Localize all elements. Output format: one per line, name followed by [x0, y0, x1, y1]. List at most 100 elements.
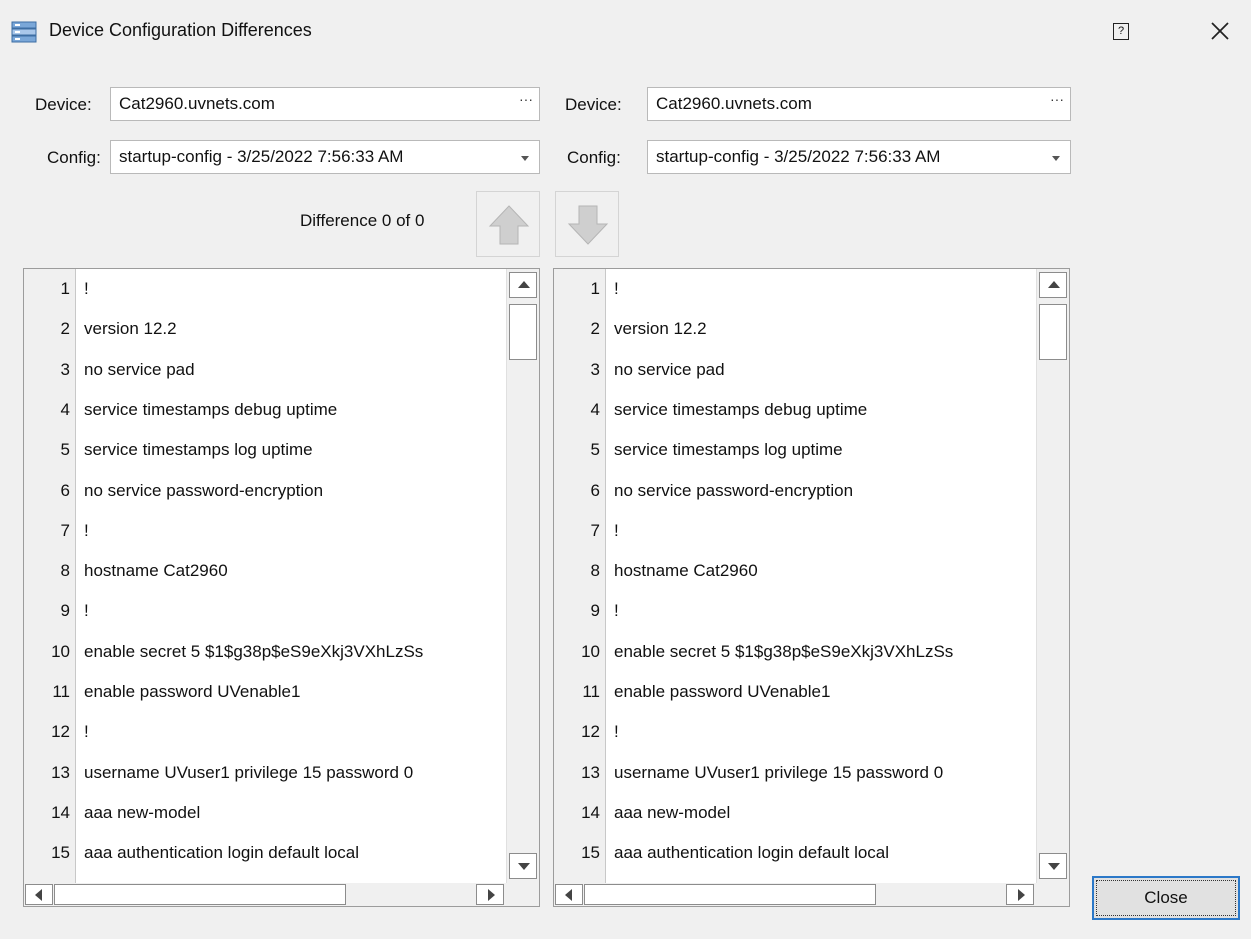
- line-number: 9: [60, 601, 70, 621]
- line-text: no service pad: [614, 359, 725, 379]
- right-config-value: startup-config - 3/25/2022 7:56:33 AM: [656, 147, 941, 166]
- scroll-left-button[interactable]: [25, 884, 53, 905]
- code-line: 10 enable secret 5 $1$g38p$eS9eXkj3VXhLzS…: [24, 642, 508, 682]
- code-line: 2 version 12.2: [554, 319, 1038, 359]
- window-close-icon[interactable]: [1203, 14, 1237, 48]
- left-device-browse-button[interactable]: ···: [519, 91, 533, 107]
- scroll-left-button[interactable]: [555, 884, 583, 905]
- arrow-up-icon: [488, 205, 530, 245]
- scroll-up-icon: [518, 281, 530, 288]
- right-config-select[interactable]: startup-config - 3/25/2022 7:56:33 AM: [647, 140, 1071, 174]
- line-number: 11: [582, 682, 600, 701]
- line-text: aaa authentication login default local: [84, 843, 360, 863]
- left-device-label: Device:: [35, 95, 92, 114]
- line-number: 4: [60, 399, 70, 419]
- scroll-down-button[interactable]: [1039, 853, 1067, 879]
- right-device-label: Device:: [565, 95, 622, 114]
- code-line: 4 service timestamps debug uptime: [554, 400, 1038, 440]
- line-number: 15: [581, 843, 600, 863]
- line-number: 4: [590, 399, 600, 419]
- line-text: no service pad: [84, 359, 195, 379]
- line-number: 3: [60, 359, 70, 379]
- line-number: 12: [51, 722, 70, 742]
- left-device-field[interactable]: Cat2960.uvnets.com ···: [110, 87, 540, 121]
- vertical-scroll-thumb[interactable]: [1039, 304, 1067, 360]
- line-text: aaa authentication login default local: [614, 843, 890, 863]
- line-text: aaa new-model: [614, 802, 731, 822]
- app-config-icon: [11, 21, 37, 43]
- scroll-up-button[interactable]: [1039, 272, 1067, 298]
- line-number: 10: [581, 641, 600, 661]
- right-device-field[interactable]: Cat2960.uvnets.com ···: [647, 87, 1071, 121]
- scroll-right-button[interactable]: [476, 884, 504, 905]
- code-line: 2 version 12.2: [24, 319, 508, 359]
- help-icon[interactable]: ?: [1113, 23, 1129, 40]
- line-text: no service password-encryption: [614, 480, 854, 500]
- code-line: 15 aaa authentication login default local: [24, 843, 508, 883]
- vertical-scroll-thumb[interactable]: [509, 304, 537, 360]
- vertical-scrollbar[interactable]: [1036, 269, 1069, 883]
- horizontal-scrollbar[interactable]: [24, 883, 539, 906]
- horizontal-scroll-thumb[interactable]: [584, 884, 876, 905]
- line-number: 7: [60, 520, 70, 540]
- code-line: 5 service timestamps log uptime: [554, 440, 1038, 480]
- code-line: 9!: [24, 601, 508, 641]
- code-line: 10 enable secret 5 $1$g38p$eS9eXkj3VXhLzS…: [554, 642, 1038, 682]
- line-text: !: [614, 722, 619, 742]
- code-line: 6 no service password-encryption: [24, 481, 508, 521]
- scroll-right-button[interactable]: [1006, 884, 1034, 905]
- right-config-pane[interactable]: 1! 2 version 12.2 3 no service pad 4 service t…: [553, 268, 1070, 907]
- horizontal-scroll-thumb[interactable]: [54, 884, 346, 905]
- line-number: 8: [590, 561, 600, 581]
- line-number: 13: [581, 762, 600, 782]
- scroll-corner: [1038, 883, 1069, 906]
- line-text: enable password UVenable1: [614, 682, 831, 701]
- line-text: !: [84, 722, 89, 742]
- line-text: no service password-encryption: [84, 480, 324, 500]
- scroll-right-icon: [1018, 889, 1025, 901]
- line-text: aaa new-model: [84, 802, 201, 822]
- scroll-right-icon: [488, 889, 495, 901]
- chevron-down-icon: [521, 156, 529, 161]
- line-number: 14: [51, 802, 70, 822]
- left-config-value: startup-config - 3/25/2022 7:56:33 AM: [119, 147, 404, 166]
- line-text: hostname Cat2960: [84, 561, 228, 581]
- right-config-label: Config:: [567, 148, 621, 167]
- horizontal-scrollbar[interactable]: [554, 883, 1069, 906]
- code-line: 12!: [554, 722, 1038, 762]
- vertical-scrollbar[interactable]: [506, 269, 539, 883]
- scroll-up-button[interactable]: [509, 272, 537, 298]
- line-number: 2: [590, 319, 600, 339]
- left-config-select[interactable]: startup-config - 3/25/2022 7:56:33 AM: [110, 140, 540, 174]
- right-device-browse-button[interactable]: ···: [1050, 91, 1064, 107]
- scroll-left-icon: [565, 889, 572, 901]
- line-number: 14: [581, 802, 600, 822]
- right-code-lines: 1! 2 version 12.2 3 no service pad 4 service t…: [554, 269, 1038, 883]
- left-config-label: Config:: [47, 148, 101, 167]
- line-text: service timestamps log uptime: [84, 440, 313, 460]
- code-line: 8 hostname Cat2960: [554, 561, 1038, 601]
- line-number: 3: [590, 359, 600, 379]
- code-line: 14 aaa new-model: [554, 803, 1038, 843]
- line-number: 11: [52, 682, 70, 701]
- previous-difference-button[interactable]: [476, 191, 540, 257]
- code-line: 6 no service password-encryption: [554, 481, 1038, 521]
- code-line: 7!: [554, 521, 1038, 561]
- code-line: 1!: [24, 279, 508, 319]
- code-line: 14 aaa new-model: [24, 803, 508, 843]
- line-text: version 12.2: [614, 319, 707, 339]
- code-line: 11 enable password UVenable1: [24, 682, 508, 722]
- code-line: 12!: [24, 722, 508, 762]
- scroll-down-button[interactable]: [509, 853, 537, 879]
- line-text: !: [84, 279, 89, 298]
- close-button[interactable]: Close: [1092, 876, 1240, 920]
- line-number: 5: [60, 440, 70, 460]
- left-code-lines: 1! 2 version 12.2 3 no service pad 4 service t…: [24, 269, 508, 883]
- left-config-pane[interactable]: 1! 2 version 12.2 3 no service pad 4 service t…: [23, 268, 540, 907]
- line-text: enable secret 5 $1$g38p$eS9eXkj3VXhLzSs: [84, 641, 424, 661]
- code-line: 15 aaa authentication login default local: [554, 843, 1038, 883]
- line-number: 2: [60, 319, 70, 339]
- line-text: service timestamps debug uptime: [84, 399, 338, 419]
- next-difference-button[interactable]: [555, 191, 619, 257]
- chevron-down-icon: [1052, 156, 1060, 161]
